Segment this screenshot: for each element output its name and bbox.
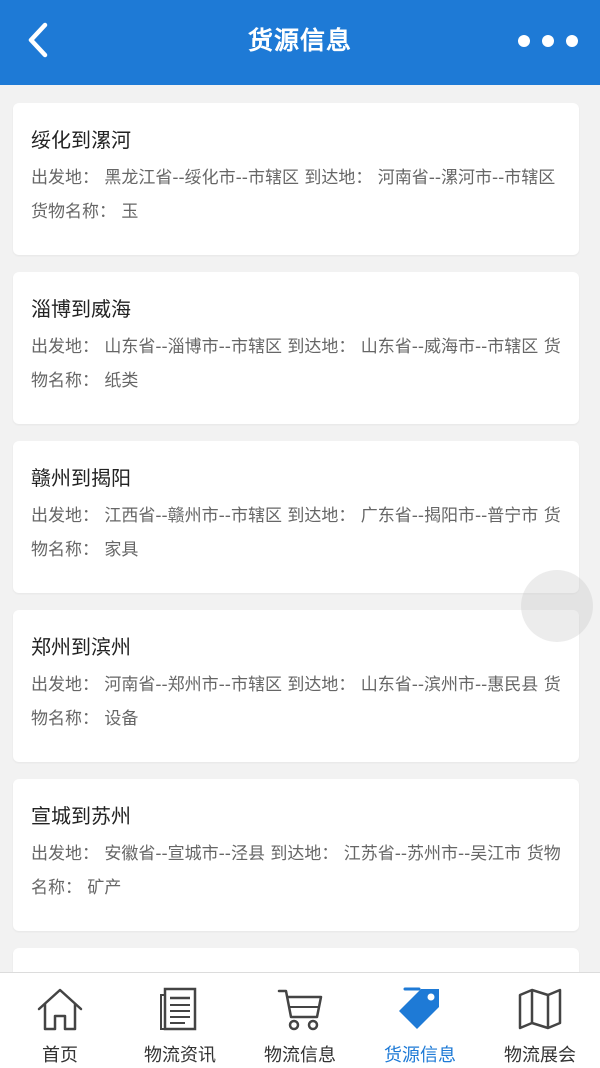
app-header: 货源信息	[0, 0, 600, 85]
cargo-card[interactable]: 宣城到苏州 出发地： 安徽省--宣城市--泾县 到达地： 江苏省--苏州市--吴…	[13, 779, 579, 931]
tab-home[interactable]: 首页	[0, 973, 120, 1068]
card-description: 出发地： 安徽省--宣城市--泾县 到达地： 江苏省--苏州市--吴江市 货物名…	[31, 844, 561, 898]
tab-label: 货源信息	[384, 1045, 456, 1066]
tab-label: 物流展会	[504, 1045, 576, 1066]
card-title: 赣州到揭阳	[31, 466, 131, 490]
cargo-card[interactable]: 赣州到揭阳 出发地： 江西省--赣州市--市辖区 到达地： 广东省--揭阳市--…	[13, 441, 579, 593]
cargo-card[interactable]: 郑州到滨州 出发地： 河南省--郑州市--市辖区 到达地： 山东省--滨州市--…	[13, 610, 579, 762]
cargo-card[interactable]: 绥化到漯河 出发地： 黑龙江省--绥化市--市辖区 到达地： 河南省--漯河市-…	[13, 103, 579, 255]
tab-label: 首页	[42, 1045, 78, 1066]
card-description: 出发地： 江西省--赣州市--市辖区 到达地： 广东省--揭阳市--普宁市 货物…	[31, 506, 561, 560]
map-icon	[518, 988, 562, 1030]
home-icon	[37, 988, 83, 1031]
card-description: 出发地： 山东省--淄博市--市辖区 到达地： 山东省--威海市--市辖区 货物…	[31, 337, 561, 391]
tab-logistics-expo[interactable]: 物流展会	[480, 973, 600, 1068]
more-dots-icon	[518, 35, 530, 47]
card-title: 宣城到苏州	[31, 804, 131, 828]
card-title: 绥化到漯河	[31, 128, 131, 152]
newspaper-icon	[160, 987, 197, 1031]
cargo-card[interactable]: 淄博到威海 出发地： 山东省--淄博市--市辖区 到达地： 山东省--威海市--…	[13, 272, 579, 424]
cart-icon	[277, 989, 323, 1031]
card-description: 出发地： 河南省--郑州市--市辖区 到达地： 山东省--滨州市--惠民县 货物…	[31, 675, 561, 729]
cargo-list: 绥化到漯河 出发地： 黑龙江省--绥化市--市辖区 到达地： 河南省--漯河市-…	[13, 103, 579, 988]
bottom-tab-bar: 首页 物流资讯 物流信息 货源信息 物流展会	[0, 972, 600, 1068]
page-title: 货源信息	[247, 26, 352, 55]
card-title: 郑州到滨州	[31, 635, 131, 659]
tab-cargo-info[interactable]: 货源信息	[360, 973, 480, 1068]
more-button[interactable]	[518, 26, 578, 56]
floating-assistive-button[interactable]	[521, 570, 593, 642]
tab-logistics-info[interactable]: 物流信息	[240, 973, 360, 1068]
tab-logistics-news[interactable]: 物流资讯	[120, 973, 240, 1068]
tab-label: 物流信息	[264, 1045, 336, 1066]
tag-icon	[399, 987, 439, 1029]
tab-label: 物流资讯	[144, 1045, 216, 1066]
card-description: 出发地： 黑龙江省--绥化市--市辖区 到达地： 河南省--漯河市--市辖区 货…	[31, 168, 556, 222]
card-title: 淄博到威海	[31, 297, 131, 321]
